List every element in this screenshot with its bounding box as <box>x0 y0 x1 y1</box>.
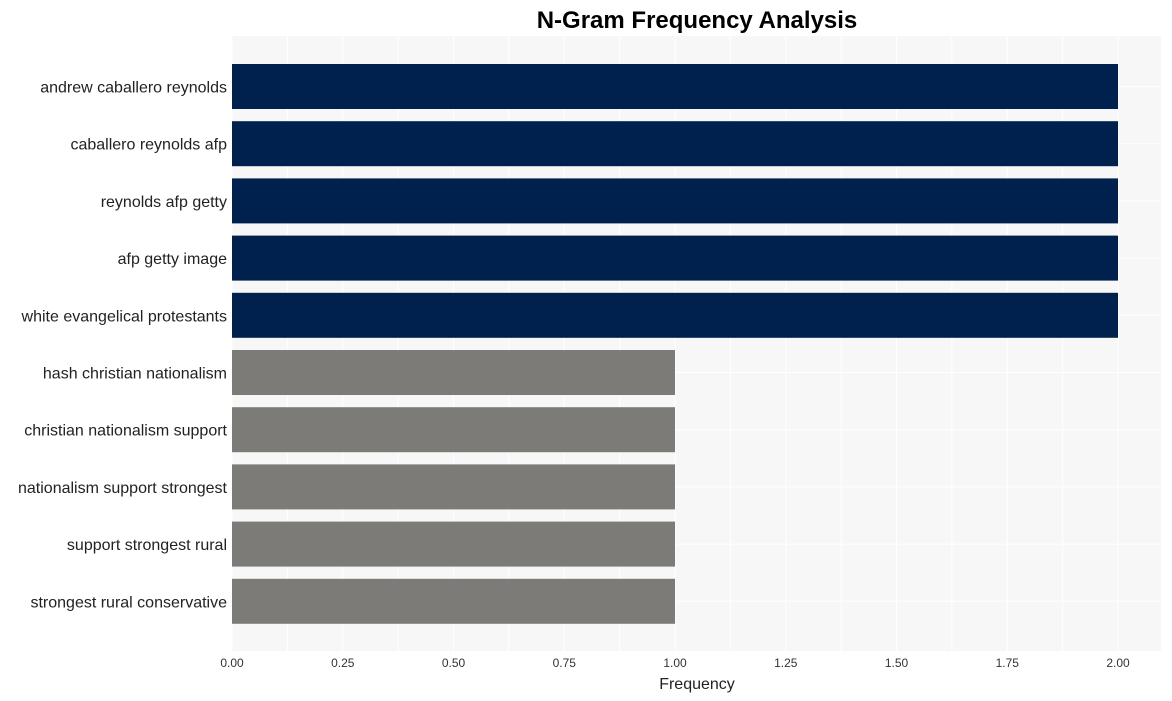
bar <box>232 578 675 624</box>
y-tick-label: hash christian nationalism <box>43 366 227 383</box>
x-tick-label: 1.75 <box>996 656 1020 670</box>
y-tick-label: support strongest rural <box>67 537 227 554</box>
bar <box>232 178 1118 224</box>
ngram-bar-chart: andrew caballero reynolds caballero reyno… <box>18 7 1161 693</box>
bar <box>232 407 675 453</box>
bar <box>232 64 1118 109</box>
x-tick-label: 1.00 <box>663 656 687 670</box>
y-tick-label: strongest rural conservative <box>30 594 227 611</box>
x-tick-label: 2.00 <box>1106 656 1130 670</box>
y-axis-labels: andrew caballero reynolds caballero reyno… <box>18 80 228 612</box>
bar <box>232 121 1118 167</box>
bar <box>232 292 1118 338</box>
x-tick-label: 1.25 <box>774 656 798 670</box>
y-tick-label: white evangelical protestants <box>21 308 227 325</box>
y-tick-label: caballero reynolds afp <box>70 137 227 154</box>
y-tick-label: afp getty image <box>118 251 228 268</box>
x-tick-label: 0.75 <box>553 656 577 670</box>
x-tick-label: 0.00 <box>220 656 244 670</box>
y-tick-label: nationalism support strongest <box>18 480 228 497</box>
x-tick-label: 0.25 <box>331 656 355 670</box>
x-tick-label: 1.50 <box>885 656 909 670</box>
y-tick-label: andrew caballero reynolds <box>40 80 227 97</box>
x-tick-label: 0.50 <box>442 656 466 670</box>
bar <box>232 235 1118 281</box>
chart-title: N-Gram Frequency Analysis <box>537 7 858 34</box>
x-axis-label: Frequency <box>659 676 735 693</box>
y-tick-label: reynolds afp getty <box>101 194 227 211</box>
y-tick-label: christian nationalism support <box>24 423 227 440</box>
bar <box>232 464 675 510</box>
bar <box>232 521 675 567</box>
x-axis-ticks: 0.00 0.25 0.50 0.75 1.00 1.25 1.50 1.75 2.00 <box>220 656 1130 670</box>
bar <box>232 350 675 395</box>
